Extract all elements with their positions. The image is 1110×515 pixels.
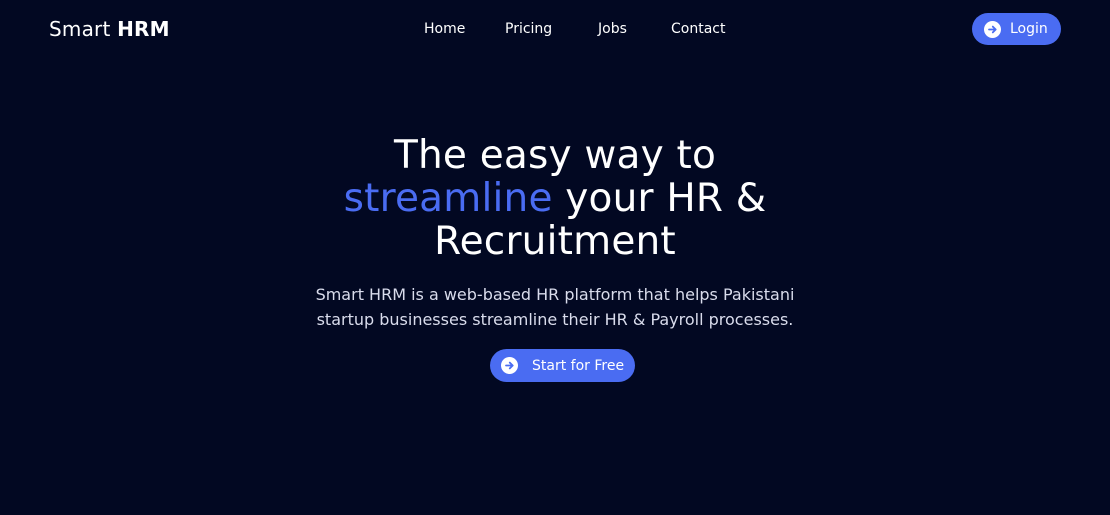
hero-title-line-2: streamline your HR & xyxy=(0,177,1110,220)
nav-link-home[interactable]: Home xyxy=(424,19,465,39)
hero-title: The easy way to streamline your HR & Rec… xyxy=(0,134,1110,263)
start-for-free-label: Start for Free xyxy=(532,357,625,374)
arrow-right-circle-icon xyxy=(984,20,1001,38)
hero-title-line-2-rest: your HR & xyxy=(552,176,767,221)
hero-title-highlight: streamline xyxy=(343,176,553,221)
main-nav: Home Pricing Jobs Contact xyxy=(0,19,1110,39)
landing-page: Smart HRM Home Pricing Jobs Contact Logi… xyxy=(0,0,1110,515)
hero-subtitle-line-1: Smart HRM is a web-based HR platform tha… xyxy=(315,285,795,304)
login-button-label: Login xyxy=(1010,21,1048,37)
login-button[interactable]: Login xyxy=(972,13,1061,45)
hero-title-line-3: Recruitment xyxy=(434,219,676,264)
hero-subtitle: Smart HRM is a web-based HR platform tha… xyxy=(0,282,1110,332)
nav-link-contact[interactable]: Contact xyxy=(671,19,725,39)
hero-subtitle-line-2: startup businesses streamline their HR &… xyxy=(316,310,794,329)
top-navbar: Smart HRM Home Pricing Jobs Contact Logi… xyxy=(0,0,1110,58)
nav-link-pricing[interactable]: Pricing xyxy=(505,19,552,39)
nav-link-jobs[interactable]: Jobs xyxy=(598,19,627,39)
hero-title-line-1: The easy way to xyxy=(393,133,717,178)
arrow-right-circle-icon xyxy=(501,357,518,374)
start-for-free-button[interactable]: Start for Free xyxy=(490,349,635,382)
